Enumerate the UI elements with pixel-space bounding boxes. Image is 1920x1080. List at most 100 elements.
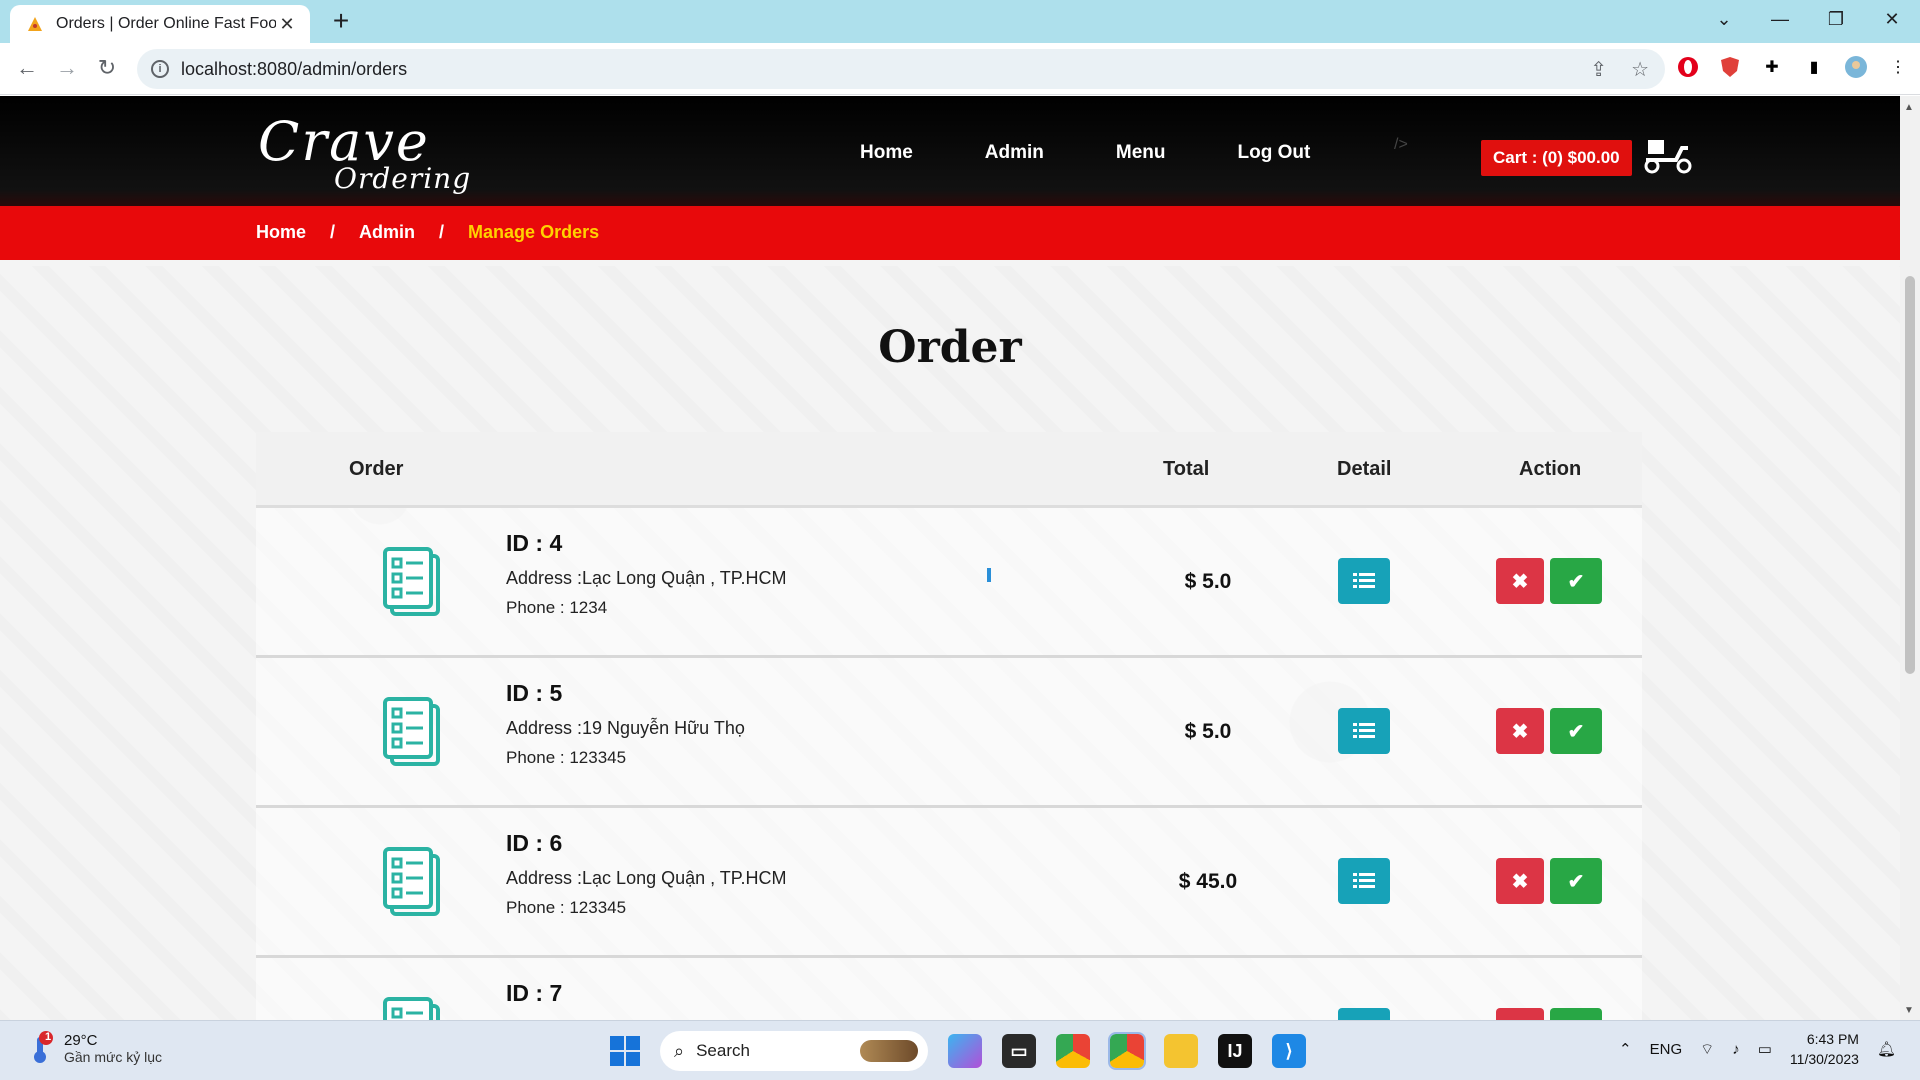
- scrollbar-thumb[interactable]: [1905, 276, 1915, 674]
- windows-start-icon[interactable]: [610, 1036, 640, 1066]
- order-phone: Phone : 123345: [506, 898, 627, 917]
- table-row: ID : 4 Address :Lạc Long Quận , TP.HCM P…: [256, 508, 1642, 658]
- windows-taskbar: 1 29°C Gần mức kỷ lục ⌕ Search ▭ IJ ⟩ ⌃ …: [0, 1020, 1920, 1080]
- task-view-icon[interactable]: ▭: [1002, 1034, 1036, 1068]
- copilot-app-icon[interactable]: [948, 1034, 982, 1068]
- reload-icon[interactable]: ↻: [92, 55, 122, 81]
- nav-logout[interactable]: Log Out: [1238, 142, 1311, 164]
- taskbar-search[interactable]: ⌕ Search: [660, 1031, 928, 1071]
- order-delete-button[interactable]: ✖: [1496, 708, 1544, 754]
- order-total: $ 5.0: [1184, 720, 1232, 743]
- order-total: $ 45.0: [1178, 870, 1238, 893]
- order-id: ID : 6: [506, 830, 563, 856]
- order-phone: Phone : 123345: [506, 748, 627, 767]
- orders-table: Order Total Detail Action ID : 4 Address…: [256, 432, 1642, 1020]
- check-icon: ✔: [1567, 720, 1585, 743]
- weather-alert-badge: 1: [44, 1031, 52, 1043]
- order-delete-button[interactable]: ✖: [1496, 558, 1544, 604]
- order-detail-button[interactable]: [1338, 708, 1390, 754]
- order-detail-button[interactable]: [1338, 1008, 1390, 1020]
- header-action: Action: [1519, 458, 1582, 480]
- order-confirm-button[interactable]: ✔: [1550, 558, 1602, 604]
- minimize-icon[interactable]: —: [1752, 0, 1808, 40]
- logo-ordering[interactable]: Ordering: [334, 162, 471, 195]
- cart-button[interactable]: Cart : (0) $00.00: [1481, 140, 1632, 176]
- restore-icon[interactable]: ❐: [1808, 0, 1864, 40]
- url-text[interactable]: localhost:8080/admin/orders: [181, 59, 407, 80]
- bookmark-star-icon[interactable]: ☆: [1631, 57, 1649, 82]
- order-detail-button[interactable]: [1338, 558, 1390, 604]
- order-id: ID : 4: [506, 530, 563, 556]
- clock-time: 6:43 PM: [1806, 1031, 1859, 1047]
- weather-widget[interactable]: 1 29°C Gần mức kỷ lục: [28, 1031, 162, 1065]
- main-nav: Home Admin Menu Log Out: [860, 142, 1382, 164]
- battery-icon[interactable]: ▭: [1758, 1040, 1772, 1058]
- order-document-icon: [382, 996, 444, 1020]
- opera-extension-icon[interactable]: [1676, 55, 1700, 79]
- table-row: ID : 7 ✖ ✔: [256, 958, 1642, 1020]
- header-order: Order: [349, 458, 404, 480]
- window-controls: ⌄ — ❐ ✕: [1696, 0, 1920, 40]
- close-window-icon[interactable]: ✕: [1864, 0, 1920, 40]
- order-document-icon: [382, 846, 444, 920]
- delivery-scooter-icon[interactable]: [1642, 134, 1694, 174]
- order-confirm-button[interactable]: ✔: [1550, 858, 1602, 904]
- search-highlight-icon: [860, 1040, 918, 1062]
- header-detail: Detail: [1337, 458, 1392, 480]
- order-address: Address :Lạc Long Quận , TP.HCM: [506, 868, 787, 888]
- share-icon[interactable]: ⇪: [1590, 57, 1607, 82]
- volume-icon[interactable]: ♪: [1732, 1041, 1740, 1058]
- back-arrow-icon[interactable]: ←: [12, 55, 42, 81]
- order-id: ID : 5: [506, 680, 563, 706]
- extension-icons: ✚ ▮ ⋮: [1676, 55, 1910, 79]
- nav-admin[interactable]: Admin: [985, 142, 1044, 164]
- site-info-icon[interactable]: i: [151, 60, 169, 78]
- order-address: Address :19 Nguyễn Hữu Thọ: [506, 718, 745, 738]
- browser-tab-strip: Orders | Order Online Fast Food ✕ + ⌄ — …: [0, 0, 1920, 43]
- order-total: $ 5.0: [1184, 570, 1232, 593]
- browser-tab[interactable]: Orders | Order Online Fast Food ✕: [10, 5, 310, 43]
- jetbrains-icon[interactable]: IJ: [1218, 1034, 1252, 1068]
- wifi-icon[interactable]: ⌔: [1700, 1040, 1714, 1059]
- language-indicator[interactable]: ENG: [1650, 1041, 1683, 1058]
- close-tab-icon[interactable]: ✕: [276, 14, 298, 35]
- header-total: Total: [1163, 458, 1210, 480]
- nav-home[interactable]: Home: [860, 142, 913, 164]
- tab-search-icon[interactable]: ⌄: [1696, 0, 1752, 40]
- clock[interactable]: 6:43 PM 11/30/2023: [1790, 1029, 1859, 1069]
- breadcrumb: Home / Admin / Manage Orders: [256, 222, 599, 243]
- scroll-up-icon[interactable]: ▲: [1904, 102, 1914, 113]
- breadcrumb-admin[interactable]: Admin: [359, 222, 415, 243]
- shield-extension-icon[interactable]: [1718, 55, 1742, 79]
- new-tab-button[interactable]: +: [326, 7, 356, 35]
- order-phone: Phone : 1234: [506, 598, 608, 617]
- tray-chevron-icon[interactable]: ⌃: [1619, 1040, 1632, 1058]
- taskbar-search-label: Search: [696, 1041, 750, 1060]
- notification-bell-icon[interactable]: 🔔︎: [1877, 1040, 1896, 1058]
- vscode-icon[interactable]: ⟩: [1272, 1034, 1306, 1068]
- chrome-active-icon[interactable]: [1108, 1032, 1146, 1070]
- browser-menu-icon[interactable]: ⋮: [1886, 55, 1910, 79]
- nav-menu[interactable]: Menu: [1116, 142, 1166, 164]
- forward-arrow-icon[interactable]: →: [52, 55, 82, 81]
- file-explorer-icon[interactable]: [1164, 1034, 1198, 1068]
- system-tray: ⌃ ENG ⌔ ♪ ▭ 6:43 PM 11/30/2023 🔔︎: [1619, 1029, 1896, 1069]
- breadcrumb-home[interactable]: Home: [256, 222, 306, 243]
- taskbar-apps: ⌕ Search ▭ IJ ⟩: [610, 1031, 1306, 1071]
- order-delete-button[interactable]: ✖: [1496, 858, 1544, 904]
- omnibox[interactable]: i localhost:8080/admin/orders ⇪ ☆: [137, 49, 1665, 89]
- site-favicon-icon: [28, 17, 42, 31]
- scroll-down-icon[interactable]: ▼: [1904, 1005, 1914, 1016]
- profile-avatar[interactable]: [1844, 55, 1868, 79]
- extensions-puzzle-icon[interactable]: ✚: [1760, 55, 1784, 79]
- order-confirm-button[interactable]: ✔: [1550, 708, 1602, 754]
- close-icon: ✖: [1511, 570, 1529, 593]
- table-row: ID : 6 Address :Lạc Long Quận , TP.HCM P…: [256, 808, 1642, 958]
- page-title: Order: [878, 322, 1022, 373]
- side-panel-icon[interactable]: ▮: [1802, 55, 1826, 79]
- order-detail-button[interactable]: [1338, 858, 1390, 904]
- order-confirm-button[interactable]: ✔: [1550, 1008, 1602, 1020]
- chrome-canary-icon[interactable]: [1056, 1034, 1090, 1068]
- order-delete-button[interactable]: ✖: [1496, 1008, 1544, 1020]
- page-scrollbar[interactable]: ▲ ▼: [1900, 96, 1920, 1020]
